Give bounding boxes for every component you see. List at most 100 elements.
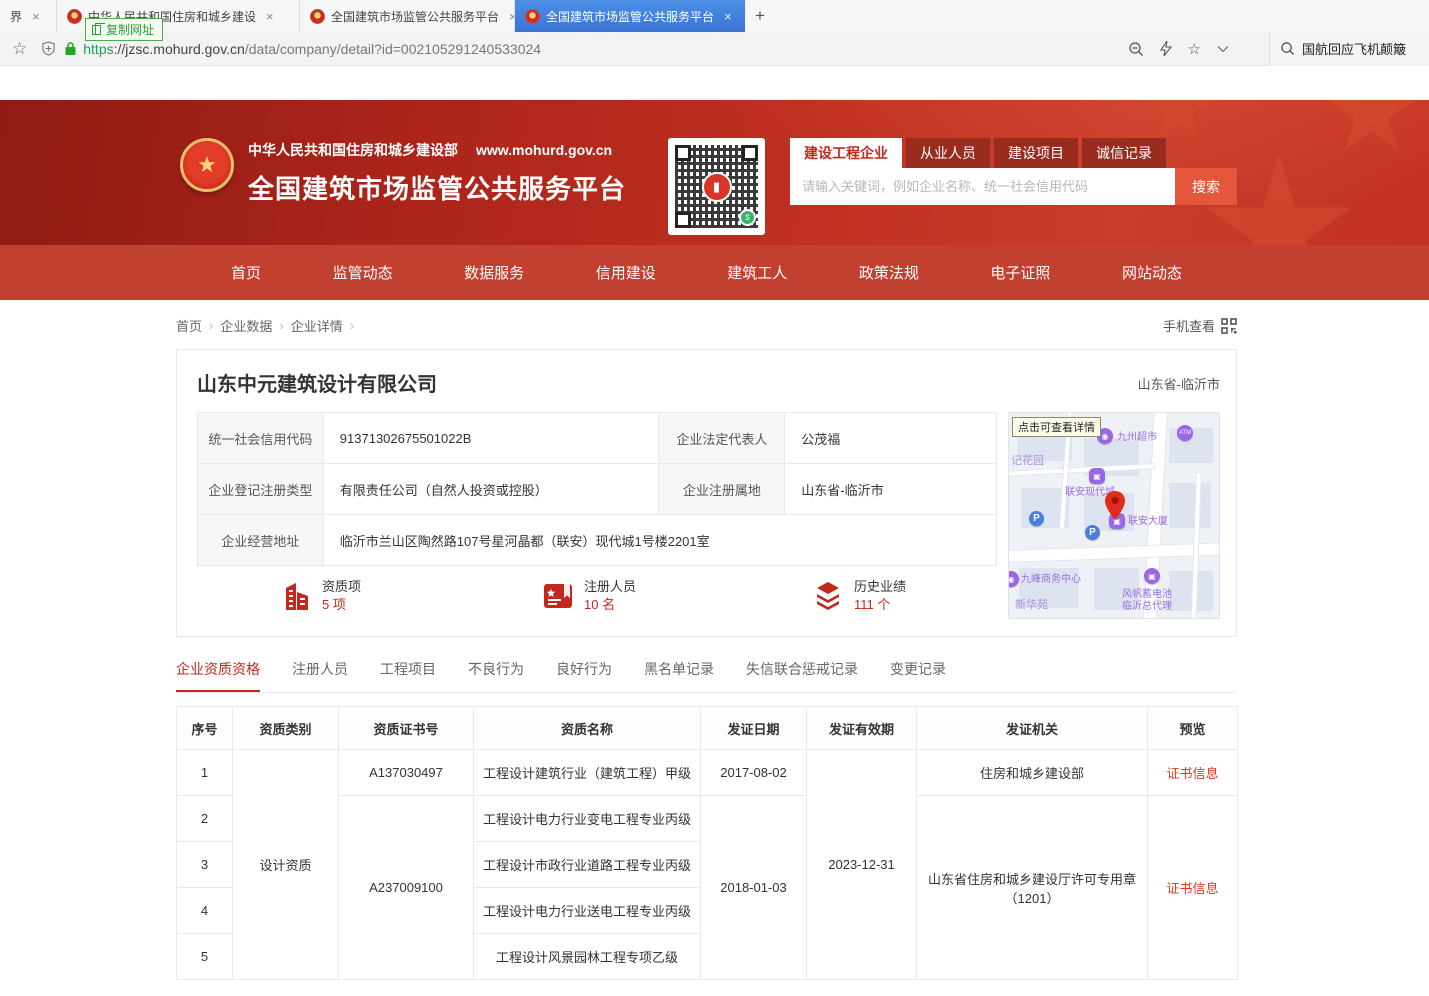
main-nav: 首页 监管动态 数据服务 信用建设 建筑工人 政策法规 电子证照 网站动态 (0, 245, 1429, 300)
company-region: 山东省-临沂市 (1138, 374, 1220, 393)
tab-registered-personnel[interactable]: 注册人员 (292, 659, 348, 692)
tab-label: 全国建筑市场监管公共服务平台 (331, 8, 499, 25)
nav-supervision[interactable]: 监管动态 (333, 262, 393, 283)
preview-cell: 证书信息 (1148, 796, 1238, 980)
breadcrumb-detail[interactable]: 企业详情 (291, 316, 343, 335)
shield-icon[interactable] (41, 41, 56, 56)
copy-icon (92, 25, 101, 35)
stat-value: 10 名 (584, 596, 636, 614)
nav-workers[interactable]: 建筑工人 (727, 262, 787, 283)
copy-url-tooltip: 复制网址 (85, 18, 163, 41)
stat-value: 111 个 (854, 596, 906, 614)
browser-tab-bar: 界 × 中华人民共和国住房和城乡建设 × 全国建筑市场监管公共服务平台 × 全国… (0, 0, 1429, 32)
stat-label: 资质项 (322, 578, 361, 596)
qual-name-cell: 工程设计电力行业变电工程专业丙级 (474, 796, 701, 842)
map-label-supermarket: 九州超市 (1117, 432, 1157, 444)
stat-registered-personnel[interactable]: 注册人员10 名 (542, 578, 636, 614)
search-tab-personnel[interactable]: 从业人员 (906, 138, 990, 168)
nav-home[interactable]: 首页 (231, 262, 261, 283)
parking-icon: P (1029, 511, 1044, 526)
qr-center-logo: ▮ (702, 172, 732, 202)
search-tab-credit[interactable]: 诚信记录 (1082, 138, 1166, 168)
company-location-pin (1104, 491, 1126, 521)
map-road (1008, 543, 1220, 562)
breadcrumb-enterprise-data[interactable]: 企业数据 (220, 316, 272, 335)
search-button[interactable]: 搜索 (1175, 168, 1237, 205)
tab-projects[interactable]: 工程项目 (380, 659, 436, 692)
tab-change-records[interactable]: 变更记录 (890, 659, 946, 692)
tab-good-behavior[interactable]: 良好行为 (556, 659, 612, 692)
search-tab-enterprise[interactable]: 建设工程企业 (790, 138, 902, 168)
layers-icon (812, 580, 844, 612)
tab-qualifications[interactable]: 企业资质资格 (176, 659, 260, 692)
flash-icon[interactable] (1160, 41, 1172, 56)
breadcrumb-sep: › (279, 318, 283, 333)
new-tab-button[interactable]: + (745, 0, 775, 32)
nav-credit[interactable]: 信用建设 (596, 262, 656, 283)
qual-name-cell: 工程设计电力行业送电工程专业丙级 (474, 888, 701, 934)
stat-value: 5 项 (322, 596, 361, 614)
qr-finder (742, 145, 758, 161)
browser-tab-1[interactable]: 界 × (0, 0, 57, 32)
qualification-table: 序号 资质类别 资质证书号 资质名称 发证日期 发证有效期 发证机关 预览 1 … (176, 706, 1238, 980)
tab-close-icon[interactable]: × (724, 9, 732, 24)
chevron-down-icon[interactable] (1217, 45, 1229, 53)
stat-qualifications[interactable]: 资质项5 项 (282, 578, 361, 614)
seq-cell: 5 (177, 934, 233, 980)
news-search-box[interactable]: 国航回应飞机颠簸 (1269, 32, 1429, 66)
browser-tab-active[interactable]: 全国建筑市场监管公共服务平台 × (515, 0, 745, 32)
parking-icon: P (1085, 525, 1100, 540)
mohurd-favicon (525, 9, 540, 24)
col-header-preview: 预览 (1148, 707, 1238, 750)
keyword-search-input[interactable] (790, 168, 1175, 205)
qr-code-icon[interactable] (1221, 318, 1237, 334)
ministry-url: www.mohurd.gov.cn (476, 142, 612, 158)
location-map[interactable]: ◉ 九州超市 ATM 记花园 ▣ 联安现代城 ▣ 联安大厦 P P ◉ 九峰商务… (1008, 412, 1220, 619)
authority-cell: 山东省住房和城乡建设厅许可专用章（1201） (917, 796, 1148, 980)
issue-date-cell: 2018-01-03 (701, 796, 807, 980)
site-banner: ★ 中华人民共和国住房和城乡建设部 www.mohurd.gov.cn 全国建筑… (0, 100, 1429, 300)
qr-pattern: ▮ s (675, 145, 758, 228)
certificate-info-link[interactable]: 证书信息 (1166, 881, 1218, 896)
tab-label: 界 (10, 8, 22, 25)
search-tab-project[interactable]: 建设项目 (994, 138, 1078, 168)
stat-label: 历史业绩 (854, 578, 906, 596)
breadcrumb: 首页 › 企业数据 › 企业详情 › 手机查看 (176, 316, 1237, 335)
browser-tab-3[interactable]: 全国建筑市场监管公共服务平台 × (300, 0, 515, 32)
credit-code-value: 91371302675501022B (323, 413, 659, 464)
business-poi-icon: ◉ (1008, 571, 1019, 587)
issue-date-cell: 2017-08-02 (701, 750, 807, 796)
col-header-valid-until: 发证有效期 (807, 707, 917, 750)
url-text[interactable]: https://jzsc.mohurd.gov.cn/data/company/… (83, 41, 541, 57)
breadcrumb-sep: › (350, 318, 354, 333)
header-search: 建设工程企业 从业人员 建设项目 诚信记录 搜索 (790, 138, 1237, 205)
zoom-out-icon[interactable] (1128, 41, 1144, 57)
preview-cell: 证书信息 (1148, 750, 1238, 796)
url-bar[interactable]: ☆ https://jzsc.mohurd.gov.cn/data/compan… (0, 32, 1429, 66)
col-header-authority: 发证机关 (917, 707, 1148, 750)
company-info-table: 统一社会信用代码 91371302675501022B 企业法定代表人 公茂福 … (197, 412, 997, 566)
tab-close-icon[interactable]: × (32, 9, 40, 24)
map-label-lianan-tower: 联安大厦 (1128, 516, 1168, 528)
favorites-star-icon[interactable]: ☆ (1188, 40, 1201, 58)
stat-historical-performance[interactable]: 历史业绩111 个 (812, 578, 906, 614)
qr-finder (675, 145, 691, 161)
tab-blacklist[interactable]: 黑名单记录 (644, 659, 714, 692)
bookmark-star-icon[interactable]: ☆ (12, 39, 27, 59)
nav-data-service[interactable]: 数据服务 (464, 262, 524, 283)
news-query: 国航回应飞机颠簸 (1302, 39, 1406, 58)
certificate-icon (542, 581, 574, 611)
nav-policy[interactable]: 政策法规 (859, 262, 919, 283)
business-address-value: 临沂市兰山区陶然路107号星河晶都（联安）现代城1号楼2201室 (323, 515, 996, 566)
qr-finder (675, 212, 691, 228)
tab-close-icon[interactable]: × (266, 9, 274, 24)
breadcrumb-home[interactable]: 首页 (176, 316, 202, 335)
mobile-view-label[interactable]: 手机查看 (1163, 316, 1215, 335)
tab-bad-behavior[interactable]: 不良行为 (468, 659, 524, 692)
tab-dishonesty-records[interactable]: 失信联合惩戒记录 (746, 659, 858, 692)
nav-site-news[interactable]: 网站动态 (1122, 262, 1182, 283)
nav-e-license[interactable]: 电子证照 (990, 262, 1050, 283)
copy-url-label: 复制网址 (106, 21, 154, 38)
qual-name-cell: 工程设计风景园林工程专项乙级 (474, 934, 701, 980)
certificate-info-link[interactable]: 证书信息 (1166, 766, 1218, 781)
